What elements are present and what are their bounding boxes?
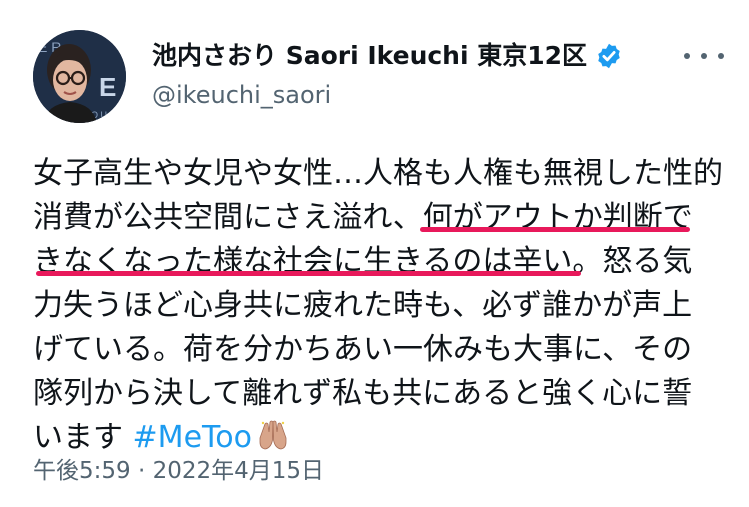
highlight-underline [420,227,690,232]
tweet-text: 女子高生や女児や女性…人格も人権も無視した性的 消費が公共空間にさえ溢れ、何がア… [33,152,733,460]
avatar-image: E R E Q U A [33,30,126,123]
tweet-line: げている。荷を分かちあい一休みも大事に、その [33,332,693,367]
tweet-line-last: います #MeToo [33,416,733,460]
raised-hands-emoji-icon [256,418,290,452]
highlight-underline [36,271,581,276]
tweet-line: きなくなった様な社会に生きるのは辛い。怒る気 [33,244,693,279]
tweet-line: 隊列から決して離れず私も共にあると強く心に誓 [33,376,693,411]
tweet: E R E Q U A 池内さおり Saori Ikeuchi 東京12区 @i… [0,0,749,507]
display-name[interactable]: 池内さおり Saori Ikeuchi 東京12区 [152,40,623,72]
svg-text:E: E [99,72,116,102]
timestamp[interactable]: 午後5:59 · 2022年4月15日 [33,456,324,486]
display-name-text[interactable]: 池内さおり Saori Ikeuchi 東京12区 [152,40,587,72]
tweet-line-text: います [33,420,123,455]
verified-badge-icon [595,42,623,70]
hashtag-link[interactable]: #MeToo [133,420,252,455]
tweet-line: 女子高生や女児や女性…人格も人権も無視した性的 [33,156,723,191]
tweet-line: 力失うほど心身共に疲れた時も、必ず誰かが声上 [33,288,693,323]
more-options-icon[interactable] [684,46,724,66]
user-handle[interactable]: @ikeuchi_saori [152,80,331,110]
avatar[interactable]: E R E Q U A [33,30,126,123]
tweet-line: 消費が公共空間にさえ溢れ、何がアウトか判断で [33,200,693,235]
